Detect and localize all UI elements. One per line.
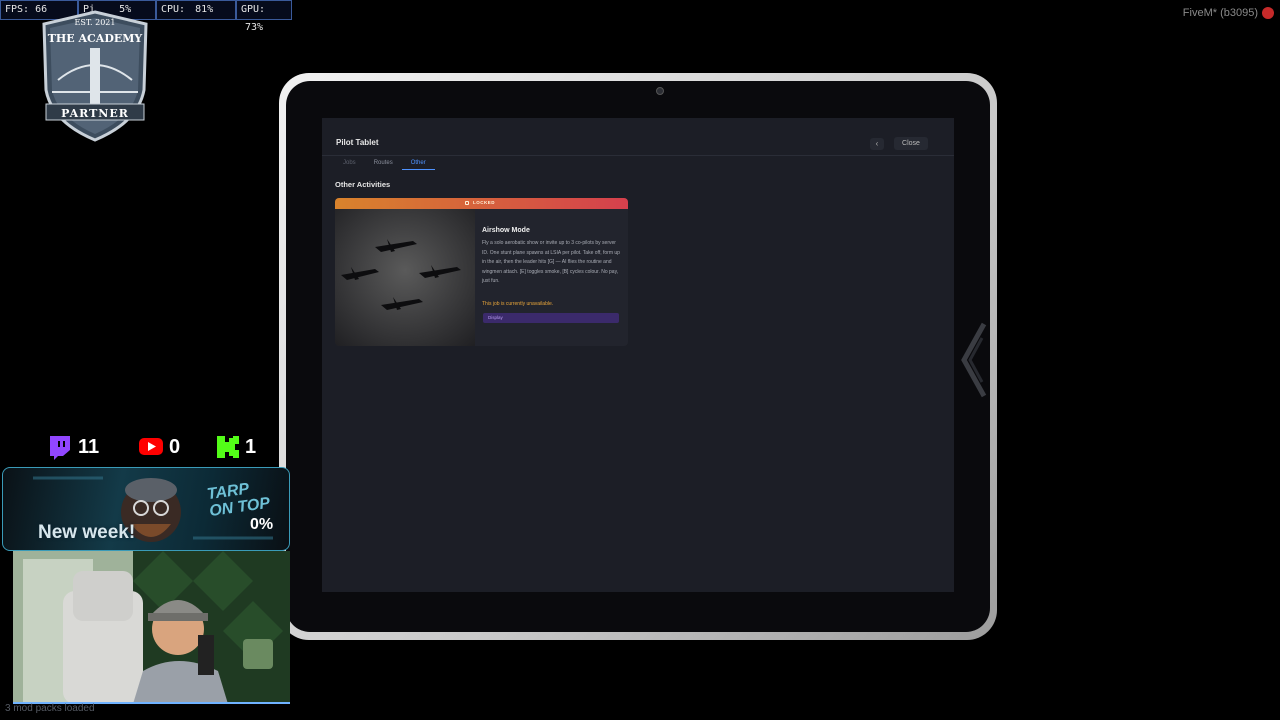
cpu-readout: CPU: 81% <box>156 0 236 20</box>
webcam-feed <box>13 551 290 704</box>
unavailable-notice: This job is currently unavailable. <box>482 301 554 307</box>
card-title: Airshow Mode <box>482 227 530 234</box>
section-title: Other Activities <box>335 180 391 189</box>
academy-partner-badge: EST. 2021 THE ACADEMY PARTNER <box>38 10 152 142</box>
goal-percent: 0% <box>250 516 274 533</box>
banner-text: New week! <box>38 522 136 543</box>
kick-count: 1 <box>245 436 257 458</box>
kick-counter: 1 <box>215 434 256 462</box>
back-button[interactable]: ‹ <box>870 138 884 150</box>
webcam-image <box>13 551 290 702</box>
display-button-label: Display <box>488 315 503 320</box>
airshow-planes-image <box>335 209 475 346</box>
twitch-counter: 11 <box>48 434 99 462</box>
tablet-header: Pilot Tablet ‹ Close <box>322 118 954 156</box>
tablet-tabs: Jobs Routes Other <box>334 158 435 172</box>
tablet-screen: Pilot Tablet ‹ Close Jobs Routes Other O… <box>322 118 954 592</box>
badge-est-text: EST. 2021 <box>74 18 116 27</box>
fps-label: FPS: <box>5 4 30 15</box>
kick-icon <box>217 436 239 458</box>
badge-partner-text: PARTNER <box>61 107 129 120</box>
tab-jobs[interactable]: Jobs <box>334 158 365 170</box>
twitch-count: 11 <box>78 436 100 458</box>
gpu-readout: GPU: 73% <box>236 0 292 33</box>
locked-label: LOCKED <box>473 200 495 205</box>
side-arrow-icon[interactable] <box>958 320 992 400</box>
tablet-title: Pilot Tablet <box>336 138 379 147</box>
shield-icon <box>42 10 148 142</box>
close-button[interactable]: Close <box>894 137 928 150</box>
gpu-value: 73% <box>245 22 264 33</box>
mods-loaded-text: 3 mod packs loaded <box>5 703 95 714</box>
tablet-camera <box>656 87 664 95</box>
youtube-count: 0 <box>169 436 181 458</box>
youtube-counter: 0 <box>138 434 180 462</box>
tab-other[interactable]: Other <box>401 158 435 170</box>
window-title: FiveM* (b3095) <box>1182 7 1258 19</box>
locked-banner: LOCKED <box>335 198 628 209</box>
cpu-label: CPU: <box>161 4 186 15</box>
tab-routes[interactable]: Routes <box>365 158 402 170</box>
gpu-label: GPU: <box>241 4 266 15</box>
display-button[interactable]: Display <box>483 313 619 323</box>
fivem-icon <box>1262 7 1274 19</box>
platform-counters: 11 0 1 <box>48 434 268 462</box>
youtube-icon <box>139 438 163 455</box>
airshow-activity-card[interactable]: LOCKED Airshow Mode Fly a solo aerobatic… <box>335 198 628 346</box>
cpu-value: 81% <box>195 4 214 15</box>
badge-title: THE ACADEMY <box>47 32 143 45</box>
card-description: Fly a solo aerobatic show or invite up t… <box>482 240 620 284</box>
lock-icon <box>465 201 469 205</box>
twitch-icon <box>50 436 70 460</box>
